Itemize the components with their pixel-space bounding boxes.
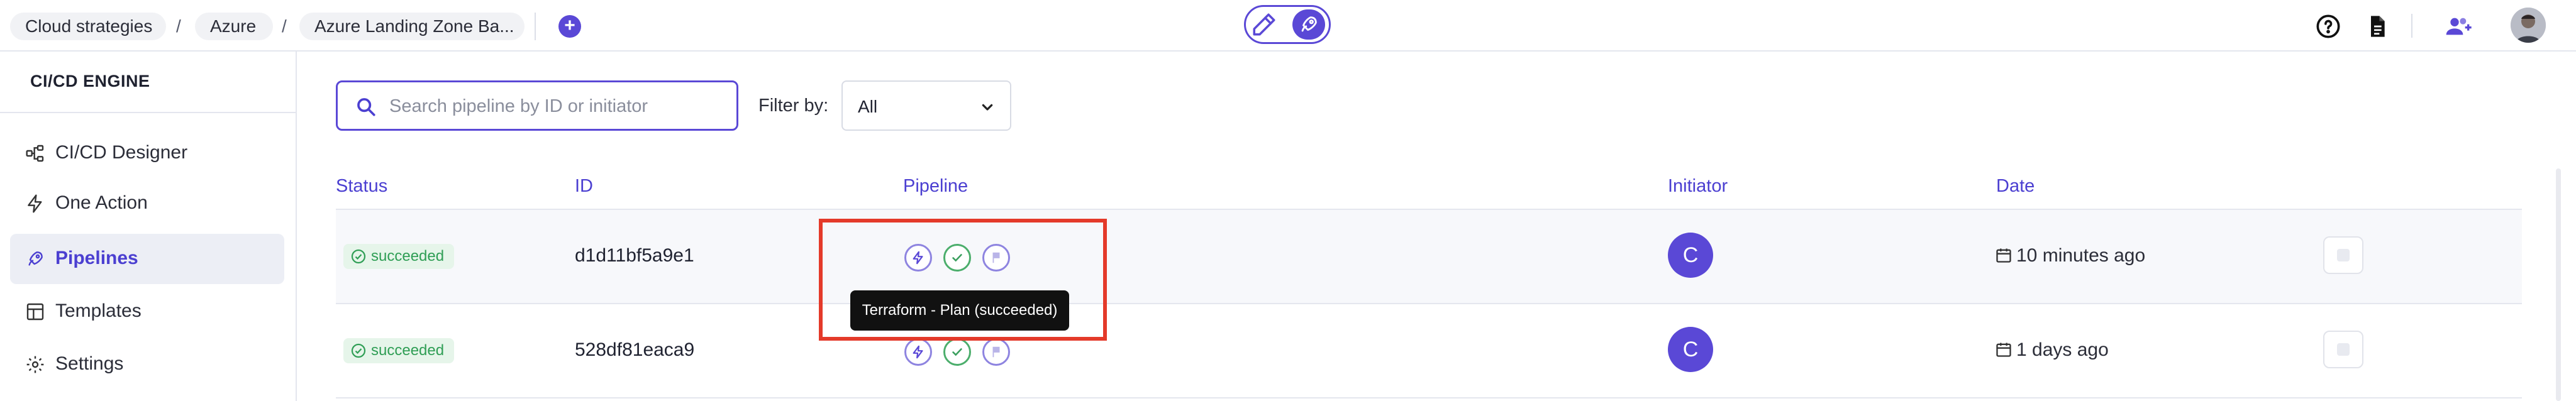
date-cell: 1 days ago: [1995, 339, 2109, 361]
initiator-avatar: C: [1668, 327, 1713, 372]
top-bar: Cloud strategies / Azure / Azure Landing…: [0, 0, 2576, 52]
table-row[interactable]: succeeded d1d11bf5a9e1 C 10 minutes ago: [336, 210, 2522, 303]
user-avatar[interactable]: [2511, 8, 2546, 43]
help-icon[interactable]: [2316, 14, 2341, 39]
sidebar-item-label: Settings: [55, 353, 124, 374]
layout-icon: [25, 302, 45, 322]
column-header-initiator[interactable]: Initiator: [1668, 176, 1728, 197]
column-header-date[interactable]: Date: [1996, 176, 2035, 197]
check-circle-icon: [351, 343, 366, 358]
status-text: succeeded: [371, 342, 445, 359]
mode-toggle[interactable]: [1244, 5, 1331, 44]
breadcrumb-item-azure[interactable]: Azure: [195, 13, 273, 40]
divider: [2411, 14, 2412, 38]
sidebar-item-label: Templates: [55, 300, 142, 321]
filter-value: All: [858, 97, 878, 116]
sidebar-item-label: Pipelines: [55, 248, 138, 268]
bolt-icon: [25, 194, 45, 214]
divider: [535, 13, 536, 40]
calendar-icon: [1996, 343, 2011, 357]
column-header-pipeline[interactable]: Pipeline: [903, 176, 968, 197]
calendar-icon: [1996, 248, 2011, 263]
table-row[interactable]: succeeded 528df81eaca9 C 1 days ago: [336, 304, 2522, 397]
date-text: 1 days ago: [2016, 339, 2109, 360]
filter-select[interactable]: All: [841, 80, 1011, 131]
search-input[interactable]: [389, 91, 729, 121]
rocket-icon[interactable]: [1292, 9, 1325, 40]
stage-tooltip: Terraform - Plan (succeeded): [850, 290, 1069, 331]
designer-icon: [25, 143, 45, 163]
date-cell: 10 minutes ago: [1995, 245, 2145, 266]
breadcrumb-separator: /: [282, 16, 287, 36]
stop-icon: [2337, 343, 2350, 356]
sidebar-item-settings[interactable]: Settings: [10, 339, 284, 390]
stage-success-icon[interactable]: [943, 338, 971, 366]
initiator-avatar: C: [1668, 233, 1713, 278]
breadcrumb-item-landing-zone[interactable]: Azure Landing Zone Ba...: [299, 13, 525, 40]
column-header-id[interactable]: ID: [575, 176, 593, 197]
sidebar-item-label: CI/CD Designer: [55, 142, 188, 163]
sidebar-item-pipelines[interactable]: Pipelines: [10, 234, 284, 284]
column-header-status[interactable]: Status: [336, 176, 387, 197]
date-text: 10 minutes ago: [2016, 245, 2146, 266]
sidebar-item-one-action[interactable]: One Action: [10, 179, 284, 229]
gear-icon: [25, 354, 45, 375]
check-circle-icon: [351, 249, 366, 264]
pencil-icon[interactable]: [1251, 11, 1277, 38]
rocket-icon: [25, 249, 45, 269]
scrollbar[interactable]: [2556, 168, 2561, 401]
add-user-icon[interactable]: [2443, 14, 2473, 39]
status-badge: succeeded: [343, 244, 455, 269]
chevron-down-icon: [977, 97, 997, 117]
divider: [0, 112, 296, 113]
sidebar-item-label: One Action: [55, 192, 148, 213]
sidebar-title: CI/CD ENGINE: [30, 72, 150, 91]
stage-flag-icon[interactable]: [982, 338, 1010, 366]
stop-icon: [2337, 249, 2350, 261]
sidebar-item-templates[interactable]: Templates: [10, 287, 284, 337]
status-text: succeeded: [371, 248, 445, 265]
divider: [336, 397, 2522, 398]
pipeline-id[interactable]: d1d11bf5a9e1: [575, 245, 694, 266]
filter-label: Filter by:: [758, 96, 829, 116]
stop-button[interactable]: [2323, 331, 2363, 368]
search-input-wrapper[interactable]: [336, 80, 738, 131]
breadcrumb-separator: /: [176, 16, 181, 36]
breadcrumb-item-cloud-strategies[interactable]: Cloud strategies: [10, 13, 166, 40]
document-icon[interactable]: [2365, 14, 2390, 39]
pipeline-id[interactable]: 528df81eaca9: [575, 339, 694, 361]
status-badge: succeeded: [343, 338, 455, 363]
stop-button[interactable]: [2323, 236, 2363, 274]
search-icon: [355, 96, 377, 118]
sidebar: CI/CD ENGINE CI/CD Designer One Action P…: [0, 52, 297, 401]
sidebar-item-cicd-designer[interactable]: CI/CD Designer: [10, 128, 284, 179]
add-button[interactable]: +: [558, 15, 581, 38]
stage-action-icon[interactable]: [904, 338, 932, 366]
